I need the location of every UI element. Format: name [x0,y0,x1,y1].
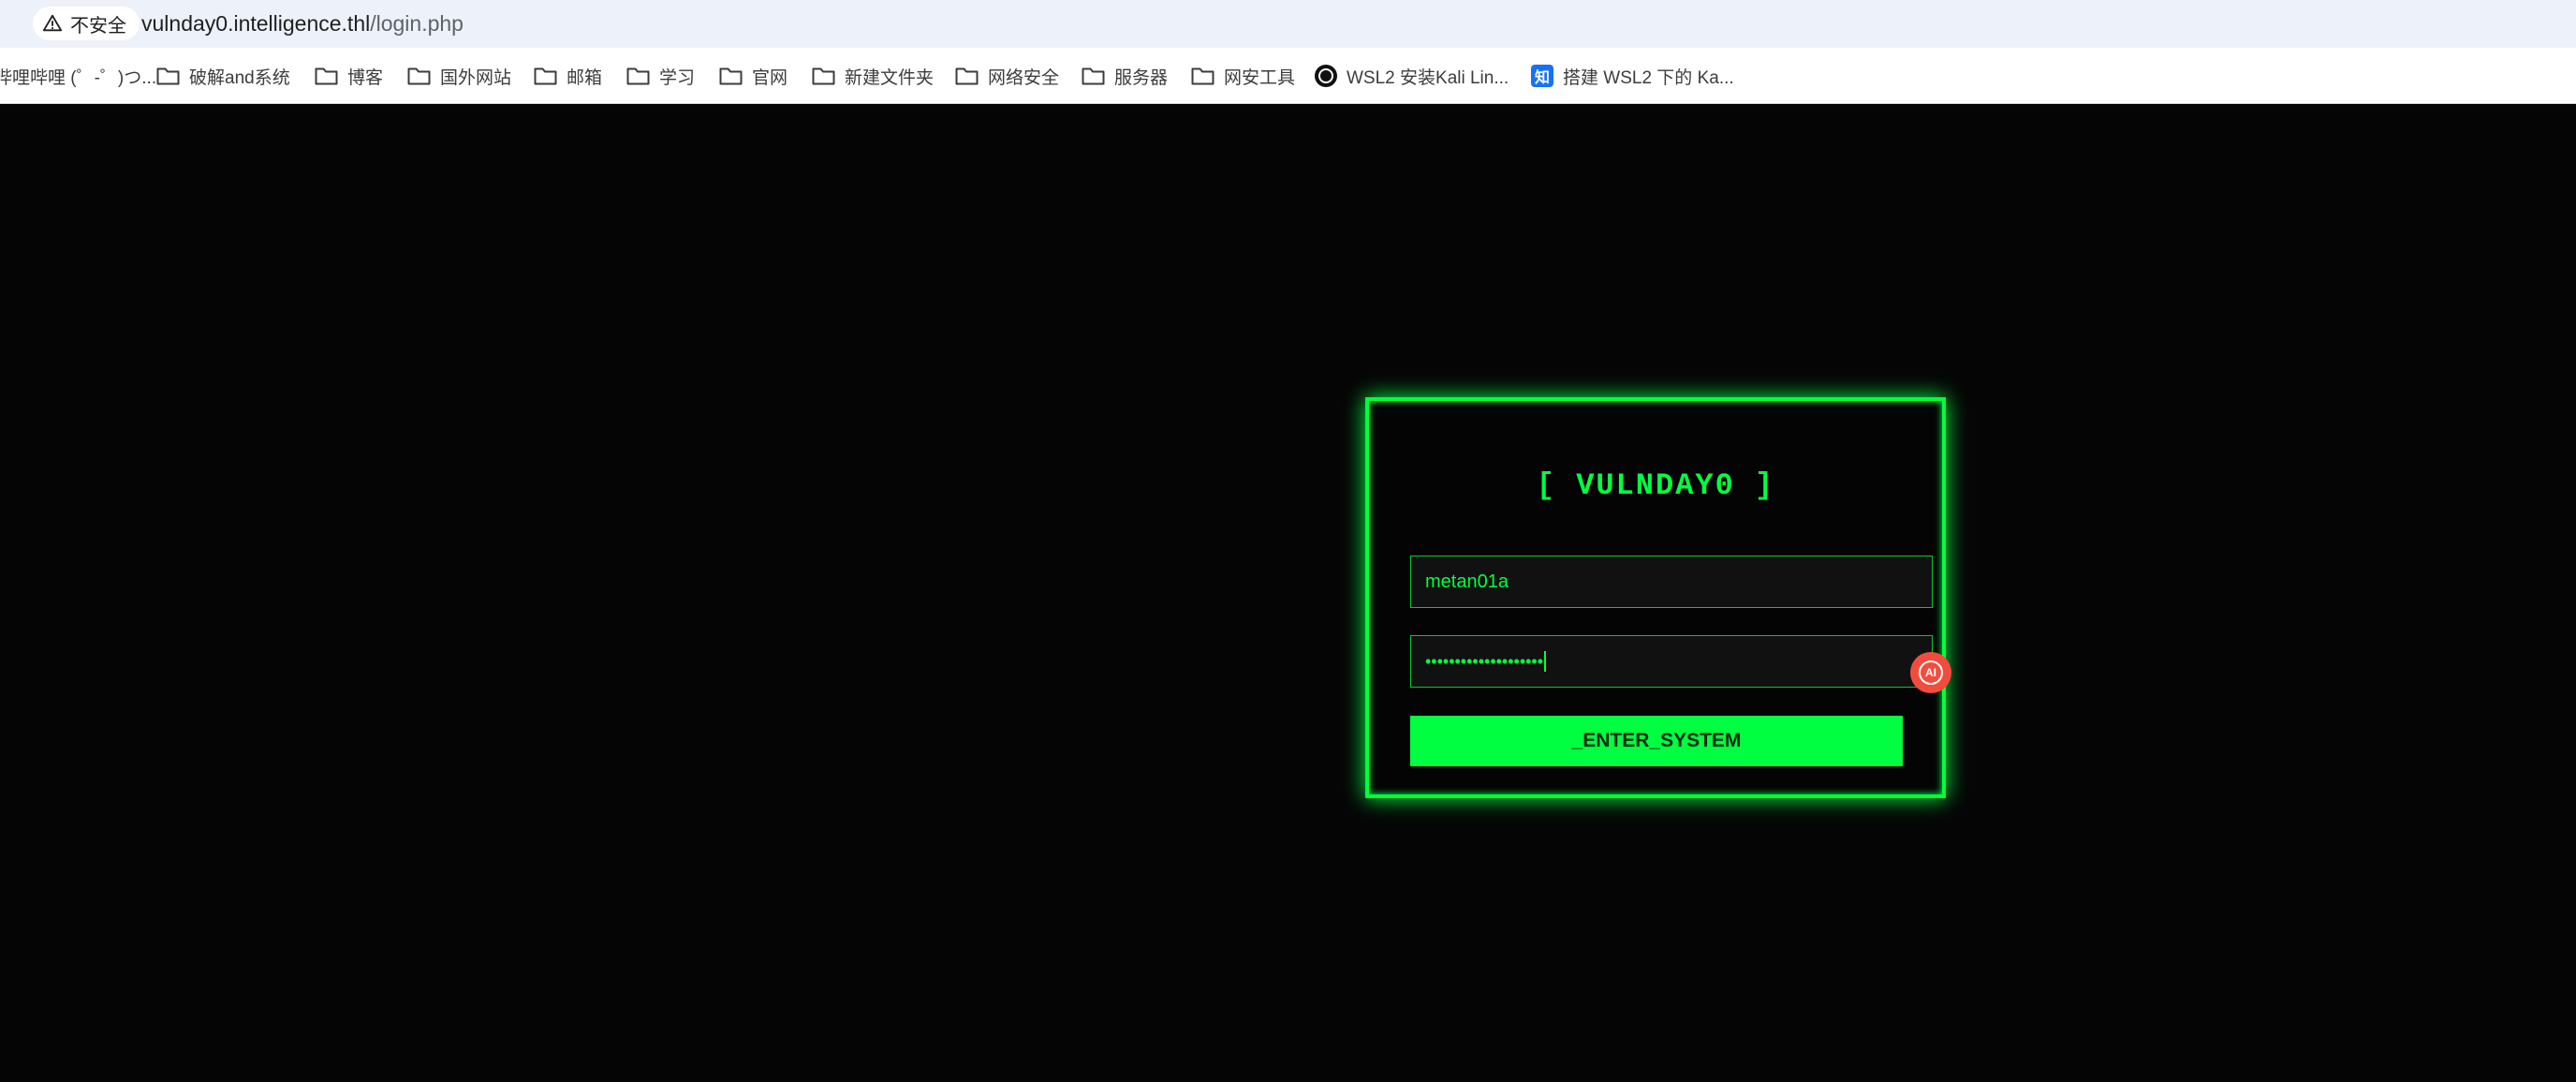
ai-assistant-button[interactable]: AI [1910,652,1951,693]
folder-icon [156,67,180,85]
bookmark-label: 网安工具 [1224,67,1296,88]
password-input[interactable]: •••••••••••••••••••• [1410,635,1933,688]
bookmark-folder-sec-tools[interactable]: 网安工具 [1191,61,1295,91]
bookmark-folder-crack[interactable]: 破解and系统 [156,61,290,91]
bookmark-label: 官网 [752,67,788,88]
bookmark-label: 搭建 WSL2 下的 Ka... [1563,67,1734,88]
ai-icon: AI [1919,660,1943,685]
bookmark-folder-blog[interactable]: 博客 [315,61,383,91]
folder-icon [315,67,338,85]
folder-icon [626,67,650,85]
bookmark-label: 网络安全 [988,67,1060,88]
page-content: [ VULNDAY0 ] metan01a ••••••••••••••••••… [0,105,2576,1082]
bookmark-label: 学习 [659,67,696,88]
bookmark-label: 破解and系统 [189,67,290,88]
bookmark-folder-netsec[interactable]: 网络安全 [955,61,1059,91]
bookmark-folder-foreign-sites[interactable]: 国外网站 [407,61,511,91]
folder-icon [812,67,835,85]
folder-icon [1082,67,1105,85]
bookmark-label: 邮箱 [567,67,603,88]
folder-icon [719,67,743,85]
warning-icon [42,14,63,32]
login-title: [ VULNDAY0 ] [1536,468,1775,503]
security-indicator[interactable]: 不安全 [33,7,140,40]
security-label: 不安全 [70,15,126,37]
bookmark-label: 新建文件夹 [845,67,935,88]
login-panel: [ VULNDAY0 ] metan01a ••••••••••••••••••… [1365,397,1946,798]
zhihu-icon: 知 [1531,65,1553,87]
bookmark-zhihu-wsl2[interactable]: 知 搭建 WSL2 下的 Ka... [1531,61,1734,91]
bookmark-label: 博客 [347,67,384,88]
url-host: vulnday0.intelligence.thl [141,11,371,36]
site-circle-icon [1315,65,1337,87]
password-mask: •••••••••••••••••••• [1425,651,1544,671]
bookmark-wsl2-kali[interactable]: WSL2 安装Kali Lin... [1315,61,1509,91]
bookmark-folder-mail[interactable]: 邮箱 [534,61,602,91]
bookmark-folder-new[interactable]: 新建文件夹 [812,61,934,91]
bookmark-folder-study[interactable]: 学习 [626,61,695,91]
username-value: metan01a [1425,571,1509,592]
folder-icon [407,67,431,85]
bookmark-label: WSL2 安装Kali Lin... [1347,67,1509,88]
text-caret [1544,651,1547,672]
url-path: /login.php [370,11,464,36]
bookmarks-bar: 哔哩哔哩 (゜-゜)つ... 破解and系统 博客 国外网站 邮箱 学习 官网 … [0,48,2576,104]
bookmark-folder-servers[interactable]: 服务器 [1082,61,1168,91]
bookmark-label: 哔哩哔哩 (゜-゜)つ... [0,67,157,88]
bookmark-bilibili[interactable]: 哔哩哔哩 (゜-゜)つ... [0,61,156,91]
folder-icon [955,67,979,85]
folder-icon [534,67,557,85]
url-field[interactable]: vulnday0.intelligence.thl/login.php [141,9,464,37]
address-bar: 不安全 vulnday0.intelligence.thl/login.php [0,0,2576,48]
folder-icon [1191,67,1214,85]
bookmark-label: 国外网站 [440,67,512,88]
bookmark-folder-official[interactable]: 官网 [719,61,788,91]
bookmark-label: 服务器 [1114,67,1169,88]
enter-system-button[interactable]: _ENTER_SYSTEM [1410,716,1903,766]
username-input[interactable]: metan01a [1410,556,1933,608]
